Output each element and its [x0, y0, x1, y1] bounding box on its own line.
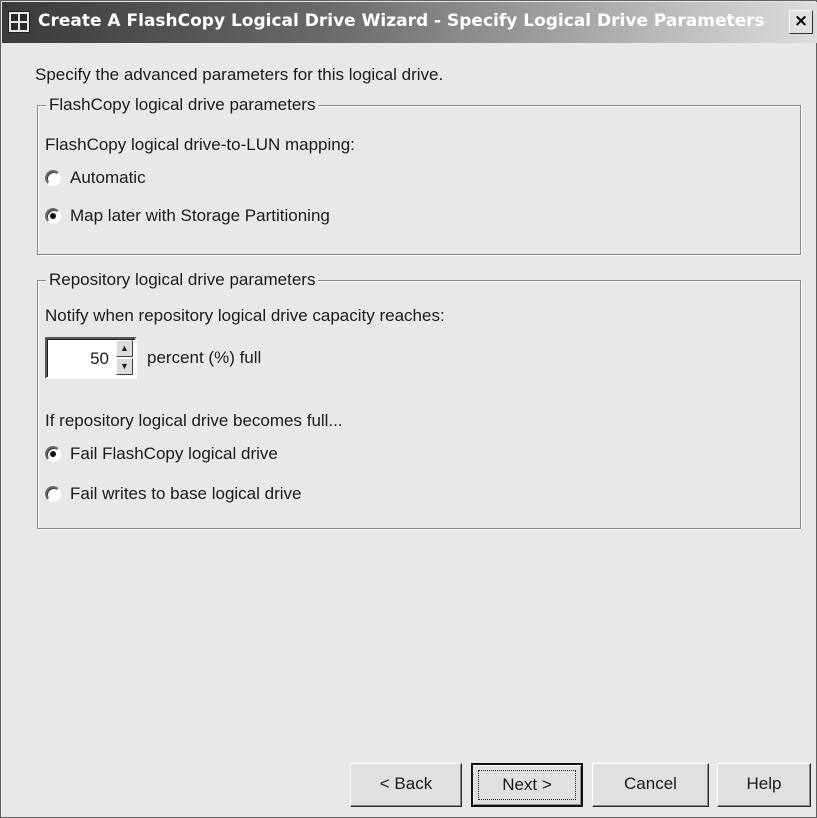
radio-map-later-indicator[interactable] — [45, 208, 61, 224]
arrow-down-icon[interactable]: ▼ — [116, 358, 133, 375]
threshold-spinner[interactable]: 50 ▲ ▼ — [45, 337, 137, 379]
radio-automatic[interactable]: Automatic — [45, 168, 146, 188]
cancel-button-label: Cancel — [624, 774, 677, 793]
help-button-label: Help — [746, 774, 782, 793]
wizard-window-icon — [8, 11, 30, 33]
flashcopy-parameters-legend: FlashCopy logical drive parameters — [46, 95, 319, 115]
notify-threshold-prompt: Notify when repository logical drive cap… — [45, 306, 445, 325]
radio-fail-writes[interactable]: Fail writes to base logical drive — [45, 484, 301, 504]
cancel-button[interactable]: Cancel — [592, 763, 709, 807]
threshold-unit-label: percent (%) full — [147, 348, 262, 367]
back-button-label: < Back — [379, 774, 433, 793]
radio-fail-flashcopy-label: Fail FlashCopy logical drive — [70, 444, 278, 463]
arrow-up-icon[interactable]: ▲ — [116, 340, 133, 357]
radio-map-later[interactable]: Map later with Storage Partitioning — [45, 206, 330, 226]
threshold-value[interactable]: 50 — [90, 349, 109, 369]
radio-fail-writes-indicator[interactable] — [45, 486, 61, 502]
title-bar: Create A FlashCopy Logical Drive Wizard … — [2, 2, 817, 43]
repository-parameters-legend: Repository logical drive parameters — [46, 270, 319, 290]
radio-fail-flashcopy-indicator[interactable] — [45, 446, 61, 462]
close-icon: × — [793, 11, 809, 31]
window-title: Create A FlashCopy Logical Drive Wizard … — [38, 11, 765, 31]
repository-full-prompt: If repository logical drive becomes full… — [45, 411, 343, 430]
lun-mapping-prompt: FlashCopy logical drive-to-LUN mapping: — [45, 135, 355, 154]
radio-automatic-label: Automatic — [70, 168, 146, 187]
help-button[interactable]: Help — [717, 763, 811, 807]
radio-automatic-indicator[interactable] — [45, 170, 61, 186]
radio-map-later-label: Map later with Storage Partitioning — [70, 206, 330, 225]
radio-fail-writes-label: Fail writes to base logical drive — [70, 484, 302, 503]
radio-fail-flashcopy[interactable]: Fail FlashCopy logical drive — [45, 444, 278, 464]
next-button-label: Next > — [502, 775, 552, 794]
close-button[interactable]: × — [789, 10, 813, 34]
next-button[interactable]: Next > — [471, 763, 583, 807]
intro-text: Specify the advanced parameters for this… — [35, 65, 444, 84]
wizard-dialog: Create A FlashCopy Logical Drive Wizard … — [0, 0, 817, 818]
back-button[interactable]: < Back — [350, 763, 462, 807]
flashcopy-parameters-group: FlashCopy logical drive parameters — [37, 95, 801, 255]
